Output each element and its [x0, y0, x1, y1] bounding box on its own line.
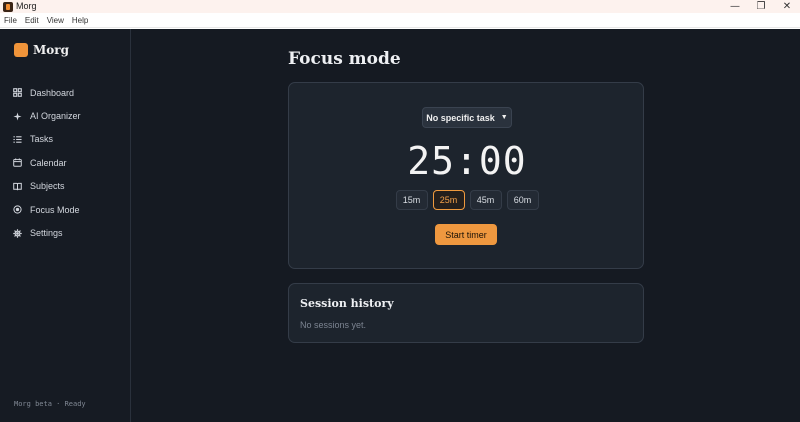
duration-15m-button[interactable]: 15m	[395, 190, 428, 210]
brand-logo-icon	[14, 43, 28, 57]
task-select[interactable]: No specific task ▼	[422, 107, 512, 128]
sidebar-item-label: Settings	[30, 228, 63, 239]
sparkle-icon	[13, 112, 22, 121]
duration-options: 15m 25m 45m 60m	[289, 190, 645, 210]
sidebar-item-ai-organizer[interactable]: AI Organizer	[13, 104, 81, 127]
chevron-down-icon: ▼	[500, 114, 508, 121]
session-history-card: Session history No sessions yet.	[288, 283, 644, 343]
sidebar-item-label: Subjects	[30, 181, 65, 192]
focus-icon	[13, 205, 22, 214]
menu-bar: File Edit View Help	[0, 13, 800, 28]
menu-view[interactable]: View	[43, 13, 68, 28]
sidebar: Morg Dashboard AI Organizer Tasks Calend…	[0, 29, 131, 422]
menu-edit[interactable]: Edit	[21, 13, 43, 28]
title-bar: Morg — ❐ ✕	[0, 0, 800, 13]
menu-help[interactable]: Help	[68, 13, 92, 28]
timer-display: 25:00	[407, 139, 527, 183]
duration-25m-button[interactable]: 25m	[432, 190, 465, 210]
sidebar-item-subjects[interactable]: Subjects	[13, 175, 81, 198]
app-window: Morg Dashboard AI Organizer Tasks Calend…	[0, 29, 800, 422]
sidebar-item-tasks[interactable]: Tasks	[13, 128, 81, 151]
window-title: Morg	[16, 1, 37, 11]
duration-45m-button[interactable]: 45m	[469, 190, 502, 210]
sidebar-item-label: Tasks	[30, 134, 54, 145]
maximize-button[interactable]: ❐	[748, 0, 774, 13]
sidebar-item-focus-mode[interactable]: Focus Mode	[13, 198, 81, 221]
menu-file[interactable]: File	[0, 13, 21, 28]
brand[interactable]: Morg	[14, 43, 69, 57]
window-controls: — ❐ ✕	[722, 0, 800, 13]
session-history-empty: No sessions yet.	[300, 320, 367, 330]
session-history-title: Session history	[300, 297, 394, 310]
task-select-value: No specific task	[426, 112, 495, 123]
main-content: Focus mode No specific task ▼ 25:00 15m …	[131, 29, 800, 422]
calendar-icon	[13, 158, 22, 168]
page-title: Focus mode	[288, 49, 401, 69]
app-logo-icon	[3, 1, 13, 12]
duration-60m-button[interactable]: 60m	[506, 190, 539, 210]
sidebar-item-label: AI Organizer	[30, 111, 81, 122]
grid-icon	[13, 88, 22, 98]
brand-name: Morg	[33, 43, 69, 57]
sidebar-item-label: Calendar	[30, 157, 67, 168]
sidebar-nav: Dashboard AI Organizer Tasks Calendar Su…	[13, 81, 81, 245]
sidebar-item-settings[interactable]: Settings	[13, 221, 81, 244]
list-icon	[13, 135, 22, 144]
minimize-button[interactable]: —	[722, 0, 748, 13]
book-icon	[13, 182, 22, 191]
sidebar-item-calendar[interactable]: Calendar	[13, 151, 81, 174]
close-button[interactable]: ✕	[774, 0, 800, 13]
start-timer-button[interactable]: Start timer	[435, 224, 497, 245]
timer-card: No specific task ▼ 25:00 15m 25m 45m 60m…	[288, 82, 644, 269]
sidebar-item-label: Focus Mode	[30, 204, 80, 215]
status-text: Morg beta · Ready	[14, 400, 86, 408]
sidebar-item-label: Dashboard	[30, 87, 75, 98]
gear-icon	[13, 228, 22, 238]
sidebar-item-dashboard[interactable]: Dashboard	[13, 81, 81, 104]
